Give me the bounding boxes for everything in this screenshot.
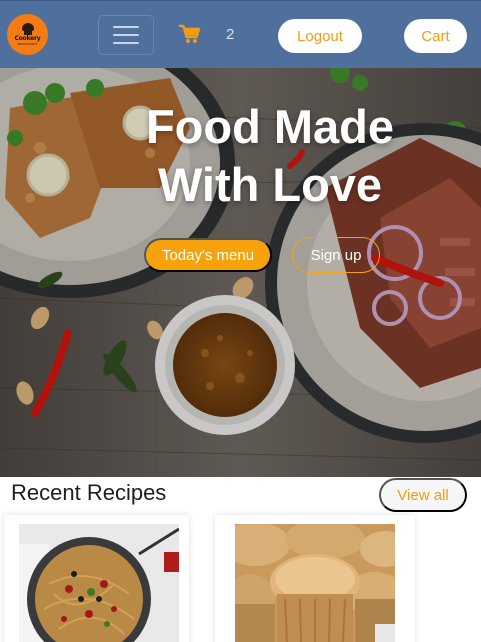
menu-toggle-button[interactable] — [98, 15, 154, 55]
recipe-card[interactable] — [4, 515, 189, 642]
logout-button[interactable]: Logout — [278, 19, 362, 53]
cart-button[interactable]: Cart — [404, 19, 467, 53]
hamburger-line — [113, 42, 139, 44]
navbar: Cookery RESTAURANT 2 Logout Cart — [0, 0, 481, 68]
hamburger-line — [113, 34, 139, 36]
recipe-card[interactable] — [215, 515, 415, 642]
hero-title-line2: With Love — [157, 158, 383, 211]
spaghetti-pan-image — [19, 524, 179, 642]
view-all-button[interactable]: View all — [379, 478, 467, 512]
brand-logo[interactable]: Cookery RESTAURANT — [7, 14, 48, 55]
muffins-image — [235, 524, 395, 642]
hero-title-line1: Food Made — [145, 100, 395, 153]
recent-recipes-title: Recent Recipes — [11, 480, 167, 505]
todays-menu-button[interactable]: Today's menu — [144, 238, 272, 272]
signup-button[interactable]: Sign up — [292, 237, 380, 273]
chef-hat-icon — [21, 23, 35, 35]
cart-count: 2 — [226, 26, 235, 43]
shopping-cart-icon[interactable] — [179, 24, 201, 44]
hero-banner: Food Made With Love Today's menu Sign up — [0, 68, 481, 477]
hamburger-icon — [113, 26, 139, 28]
hero-title: Food Made With Love — [0, 98, 481, 214]
logo-subtext: RESTAURANT — [17, 42, 38, 46]
